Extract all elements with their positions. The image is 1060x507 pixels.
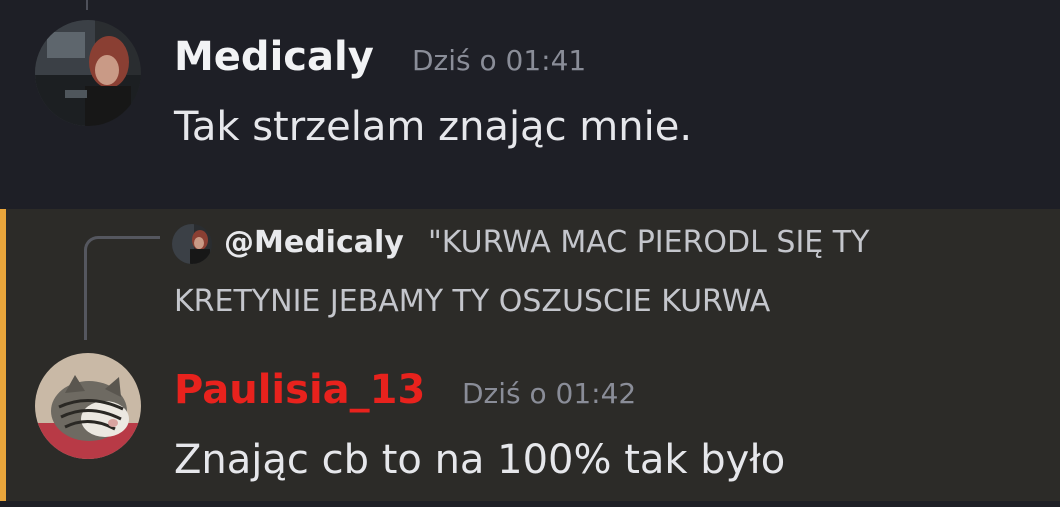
message-divider [0, 501, 1060, 507]
message-item[interactable]: Medicaly Dziś o 01:41 Tak strzelam znają… [0, 0, 1060, 209]
cat-photo-avatar-icon [35, 353, 141, 459]
mention-highlight-bar [0, 209, 6, 501]
username[interactable]: Medicaly [174, 33, 374, 81]
reply-preview-text-line1[interactable]: "KURWA MAC PIERODL SIĘ TY [428, 223, 869, 263]
username[interactable]: Paulisia_13 [174, 366, 425, 414]
user-avatar[interactable] [35, 20, 141, 126]
user-photo-avatar-icon [172, 224, 212, 264]
message-content: Znając cb to na 100% tak było [174, 437, 786, 483]
chat-view: Medicaly Dziś o 01:41 Tak strzelam znają… [0, 0, 1060, 507]
reply-author-mention[interactable]: @Medicaly [224, 223, 404, 263]
message-item-mentioned[interactable]: @Medicaly "KURWA MAC PIERODL SIĘ TY KRET… [0, 209, 1060, 501]
message-timestamp: Dziś o 01:41 [412, 44, 587, 77]
reply-avatar[interactable] [172, 224, 212, 264]
message-timestamp: Dziś o 01:42 [462, 377, 637, 410]
reply-connector-line [84, 236, 160, 340]
thread-line [86, 0, 88, 10]
message-content: Tak strzelam znając mnie. [174, 104, 693, 150]
user-photo-avatar-icon [35, 20, 141, 126]
reply-preview-text-line2[interactable]: KRETYNIE JEBAMY TY OSZUSCIE KURWA [174, 282, 770, 322]
user-avatar[interactable] [35, 353, 141, 459]
